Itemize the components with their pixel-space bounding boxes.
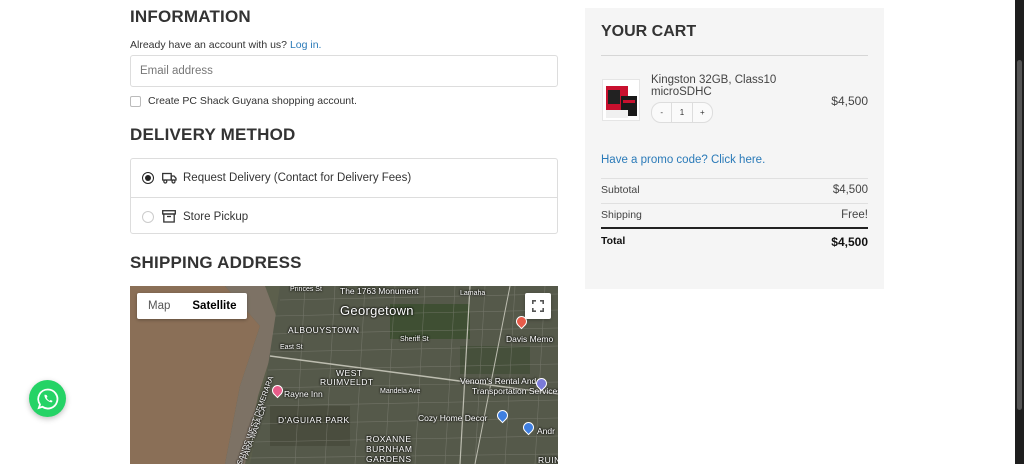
map-label-mandela: Mandela Ave	[380, 388, 421, 395]
create-account-checkbox[interactable]	[130, 95, 141, 107]
delivery-options: Request Delivery (Contact for Delivery F…	[130, 158, 558, 234]
login-link[interactable]: Log in.	[290, 39, 322, 51]
quantity-value[interactable]: 1	[671, 103, 693, 122]
map-label-daguiar: D'AGUIAR PARK	[278, 415, 350, 425]
scrollbar-thumb[interactable]	[1017, 60, 1022, 410]
map-label-rayne-inn: Rayne Inn	[284, 389, 323, 399]
information-title: INFORMATION	[130, 7, 251, 26]
sd-card-image	[606, 86, 637, 118]
map-label-monument: The 1763 Monument	[340, 286, 419, 296]
map-type-toggle: Map Satellite	[137, 293, 248, 319]
cart-title: YOUR CART	[601, 23, 697, 40]
fullscreen-button[interactable]	[525, 293, 551, 319]
cart-panel: YOUR CART Kingston 32GB, Class10 microSD…	[585, 8, 884, 289]
map-label-east-st: East St	[280, 344, 303, 351]
delivery-method-title: DELIVERY METHOD	[130, 125, 296, 144]
login-prompt-text: Already have an account with us?	[130, 39, 288, 51]
subtotal-divider	[601, 203, 868, 204]
delivery-option-pickup[interactable]: Store Pickup	[131, 197, 557, 235]
archive-box-icon	[162, 210, 177, 223]
map-label-roxanne: ROXANNE	[366, 434, 412, 444]
subtotal-row: Subtotal $4,500	[601, 184, 868, 196]
total-divider	[601, 227, 868, 229]
product-thumbnail	[602, 79, 640, 121]
satellite-map[interactable]: Map Satellite The 1763 Monument Princes …	[130, 286, 558, 464]
truck-icon	[162, 172, 177, 185]
shipping-value: Free!	[841, 209, 868, 221]
map-label-sheriff: Sheriff St	[400, 336, 429, 343]
promo-divider	[601, 178, 868, 179]
create-account-option[interactable]: Create PC Shack Guyana shopping account.	[130, 95, 357, 107]
map-label-lamaha: Lamaha	[460, 290, 486, 297]
map-label-venom-1: Venom's Rental And	[460, 376, 537, 386]
login-prompt: Already have an account with us? Log in.	[130, 39, 321, 51]
total-value: $4,500	[831, 235, 868, 249]
subtotal-label: Subtotal	[601, 184, 640, 196]
whatsapp-chat-button[interactable]	[29, 380, 66, 417]
create-account-label: Create PC Shack Guyana shopping account.	[148, 95, 357, 107]
delivery-radio-selected[interactable]	[142, 172, 154, 184]
map-label-princes: Princes St	[290, 286, 322, 293]
map-label-cozy: Cozy Home Decor	[418, 413, 488, 423]
map-label-georgetown: Georgetown	[340, 303, 414, 318]
product-name: Kingston 32GB, Class10 microSDHC	[651, 74, 777, 98]
shipping-address-title: SHIPPING ADDRESS	[130, 253, 302, 272]
map-label-gardens: GARDENS	[366, 454, 412, 464]
pickup-radio[interactable]	[142, 210, 154, 223]
subtotal-value: $4,500	[832, 184, 868, 196]
shipping-row: Shipping Free!	[601, 209, 868, 221]
map-label-ruimveldt: RUIMVELDT	[320, 377, 374, 387]
email-field[interactable]: Email address	[130, 55, 558, 87]
map-label-andr: Andr	[537, 426, 555, 436]
map-label-davis: Davis Memo	[506, 334, 554, 344]
quantity-increase-button[interactable]: +	[693, 108, 712, 117]
promo-code-link[interactable]: Have a promo code? Click here.	[601, 154, 765, 166]
total-row: Total $4,500	[601, 235, 868, 249]
cart-title-divider	[601, 55, 868, 56]
product-price: $4,500	[831, 94, 868, 108]
page-scrollbar[interactable]	[1015, 0, 1024, 464]
map-label-burnham: BURNHAM	[366, 444, 413, 454]
map-label-ruin: RUIN	[538, 455, 558, 464]
map-type-satellite-button[interactable]: Satellite	[181, 293, 247, 319]
map-label-albouystown: ALBOUYSTOWN	[288, 325, 360, 335]
fullscreen-icon	[532, 300, 544, 312]
pickup-option-label: Store Pickup	[183, 210, 249, 223]
map-type-map-button[interactable]: Map	[137, 293, 181, 319]
whatsapp-icon	[36, 388, 58, 409]
quantity-decrease-button[interactable]: -	[652, 108, 671, 117]
quantity-stepper: - 1 +	[651, 102, 713, 123]
shipping-label: Shipping	[601, 209, 642, 221]
total-label: Total	[601, 235, 626, 247]
delivery-option-request[interactable]: Request Delivery (Contact for Delivery F…	[131, 159, 557, 197]
delivery-option-label: Request Delivery (Contact for Delivery F…	[183, 172, 412, 184]
